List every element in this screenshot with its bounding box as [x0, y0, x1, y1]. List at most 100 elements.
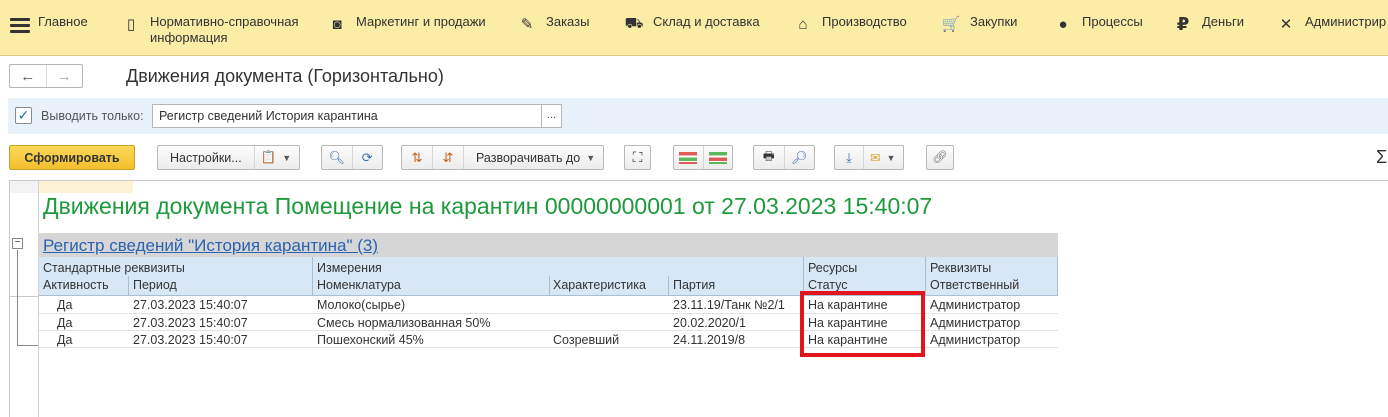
- select-register-button[interactable]: ...: [541, 104, 562, 128]
- history-navigation: ← →: [9, 64, 83, 88]
- back-arrow-icon[interactable]: ←: [10, 65, 46, 87]
- processes-icon: ●: [1058, 15, 1068, 33]
- collapse-group-icon[interactable]: −: [12, 238, 23, 249]
- cell-period: 27.03.2023 15:40:07: [133, 333, 248, 347]
- column-header-activity: Активность: [43, 278, 109, 292]
- chevron-down-icon: ▼: [886, 152, 896, 163]
- forward-arrow-icon[interactable]: →: [45, 65, 83, 87]
- fullscreen-button[interactable]: ⛶: [624, 145, 651, 170]
- gutter-row-separator: [9, 296, 39, 297]
- menu-item-processes[interactable]: ● Процессы: [1050, 0, 1142, 56]
- cell-characteristic: Созревший: [553, 333, 620, 347]
- menu-item-label: Закупки: [970, 14, 1018, 29]
- main-menu-bar: Главное ▯ Нормативно-справочная информац…: [0, 0, 1388, 56]
- cell-batch: 20.02.2020/1: [673, 316, 746, 330]
- header-group-label: Измерения: [317, 261, 382, 275]
- cell-nomenclature: Пошехонский 45%: [317, 333, 424, 347]
- orders-icon: ✎: [520, 16, 534, 33]
- compare-group: [673, 145, 733, 170]
- search-group: 🔍︎ ⟳: [321, 145, 383, 170]
- column-header-nomenclature: Номенклатура: [317, 278, 401, 292]
- column-divider: [549, 276, 550, 295]
- ungroup-rows-icon[interactable]: [704, 151, 733, 164]
- cell-responsible: Администратор: [930, 333, 1021, 347]
- clipboard-icon: 📋: [260, 150, 277, 164]
- menu-item-main[interactable]: Главное: [38, 0, 88, 56]
- chevron-down-icon: ▼: [282, 152, 292, 163]
- menu-item-warehouse[interactable]: ⛟ Склад и доставка: [621, 0, 760, 56]
- page-title: Движения документа (Горизонтально): [126, 66, 444, 86]
- cart-icon: 🛒: [941, 16, 961, 33]
- print-icon[interactable]: 🖶: [754, 147, 784, 168]
- envelope-icon: ✉: [870, 151, 881, 165]
- selected-cell[interactable]: [39, 181, 133, 193]
- expand-to-label: Разворачивать до: [476, 150, 581, 165]
- cell-batch: 24.11.2019/8: [673, 333, 746, 347]
- tools-icon: ✕: [1279, 16, 1293, 33]
- document-icon: ▯: [126, 16, 136, 33]
- get-link-button[interactable]: 🔗︎: [926, 145, 954, 170]
- menu-item-label: Деньги: [1202, 14, 1244, 29]
- output-only-checkbox[interactable]: ✓: [15, 107, 32, 124]
- truck-icon: ⛟: [624, 14, 644, 32]
- ruble-icon: ₽: [1176, 13, 1190, 34]
- group-rows-icon[interactable]: [674, 151, 703, 164]
- header-group-label: Реквизиты: [930, 261, 992, 275]
- send-email-button[interactable]: ✉ ▼: [864, 150, 895, 165]
- marketing-icon: ◙: [332, 15, 342, 33]
- sort-ascending-icon[interactable]: ⇵: [433, 150, 463, 166]
- cell-responsible: Администратор: [930, 316, 1021, 330]
- column-divider: [128, 276, 129, 295]
- tree-line: [17, 250, 18, 346]
- register-filter-input[interactable]: Регистр сведений История карантина: [152, 104, 542, 128]
- sort-descending-icon[interactable]: ⇅: [402, 150, 432, 166]
- column-header-status: Статус: [808, 278, 848, 292]
- menu-item-admin[interactable]: ✕ Администрир: [1273, 0, 1386, 56]
- menu-item-label: Производство: [822, 14, 907, 29]
- expand-group: ⇅ ⇵ Разворачивать до ▼: [401, 145, 604, 170]
- menu-item-production[interactable]: ⌂ Производство: [790, 0, 907, 56]
- menu-item-money[interactable]: ₽ Деньги: [1170, 0, 1244, 56]
- settings-button[interactable]: Настройки...: [158, 151, 254, 165]
- menu-item-label: Главное: [38, 14, 88, 29]
- header-group-label: Стандартные реквизиты: [43, 261, 185, 275]
- menu-item-label: Нормативно-справочная информация: [150, 14, 299, 45]
- print-preview-icon[interactable]: 🔎︎: [785, 150, 815, 166]
- expand-to-dropdown[interactable]: Разворачивать до ▼: [464, 151, 595, 165]
- output-only-label: Выводить только:: [41, 109, 144, 123]
- menu-item-label: Маркетинг и продажи: [356, 14, 486, 29]
- export-group: ⤓ ✉ ▼: [834, 145, 904, 170]
- cell-activity: Да: [57, 333, 73, 347]
- menu-item-orders[interactable]: ✎ Заказы: [514, 0, 590, 56]
- menu-burger-icon[interactable]: [10, 18, 30, 38]
- column-header-batch: Партия: [673, 278, 716, 292]
- register-link[interactable]: Регистр сведений "История карантина" (3): [43, 236, 378, 256]
- menu-item-nsi[interactable]: ▯ Нормативно-справочная информация: [118, 0, 299, 56]
- factory-icon: ⌂: [798, 15, 808, 33]
- report-gutter-header: [10, 181, 38, 193]
- search-icon[interactable]: 🔍︎: [322, 150, 352, 166]
- column-divider: [668, 276, 669, 295]
- search-next-icon[interactable]: ⟳: [353, 150, 383, 166]
- menu-item-label: Склад и доставка: [653, 14, 760, 29]
- cell-activity: Да: [57, 316, 73, 330]
- cell-period: 27.03.2023 15:40:07: [133, 298, 248, 312]
- fullscreen-icon: ⛶: [632, 149, 643, 165]
- cell-period: 27.03.2023 15:40:07: [133, 316, 248, 330]
- chevron-down-icon: ▼: [586, 152, 596, 163]
- cell-batch: 23.11.19/Танк №2/1: [673, 298, 785, 312]
- menu-item-label: Заказы: [546, 14, 590, 29]
- column-header-period: Период: [133, 278, 177, 292]
- menu-item-purchases[interactable]: 🛒 Закупки: [938, 0, 1018, 56]
- menu-item-label: Администрир: [1305, 14, 1387, 29]
- variants-button[interactable]: 📋 ▼: [255, 150, 298, 165]
- menu-item-marketing[interactable]: ◙ Маркетинг и продажи: [324, 0, 486, 56]
- print-group: 🖶 🔎︎: [753, 145, 815, 170]
- sum-icon[interactable]: Σ: [1376, 147, 1387, 168]
- report-title: Движения документа Помещение на карантин…: [43, 193, 933, 219]
- column-header-characteristic: Характеристика: [553, 278, 646, 292]
- download-icon[interactable]: ⤓: [835, 150, 863, 166]
- cell-nomenclature: Смесь нормализованная 50%: [317, 316, 491, 330]
- cell-nomenclature: Молоко(сырье): [317, 298, 406, 312]
- generate-button[interactable]: Сформировать: [9, 145, 135, 170]
